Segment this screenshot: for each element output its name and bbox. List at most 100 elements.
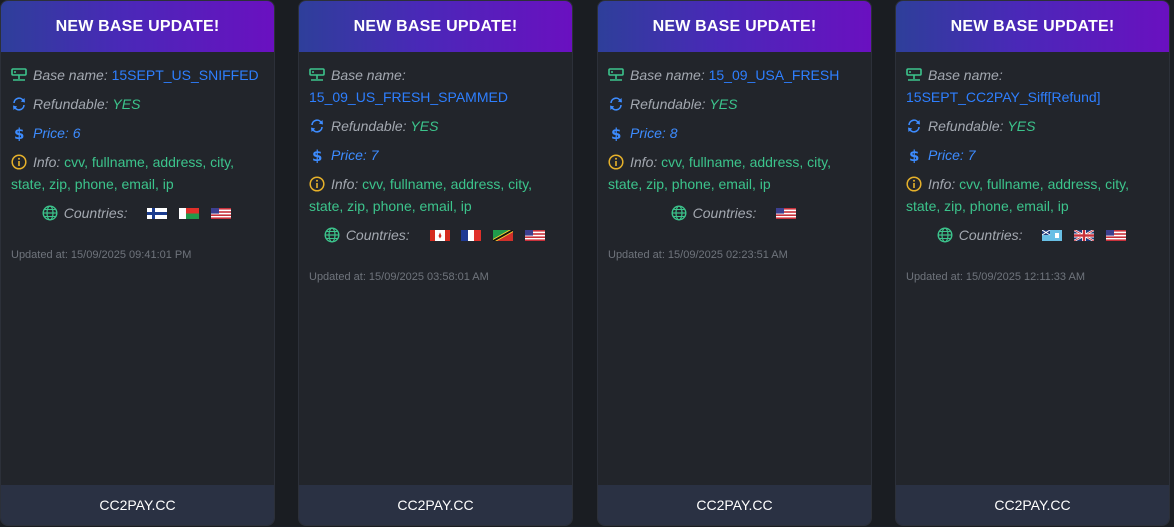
card-title: NEW BASE UPDATE! bbox=[299, 1, 572, 52]
dollar-icon: $ bbox=[906, 147, 922, 165]
price-value: 7 bbox=[967, 147, 976, 163]
refundable-label: Refundable: bbox=[331, 118, 407, 134]
globe-icon bbox=[42, 205, 58, 221]
updated-at: Updated at: 15/09/2025 12:11:33 AM bbox=[906, 271, 1085, 283]
info-icon bbox=[608, 154, 624, 170]
base-name-value: 15SEPT_CC2PAY_Siff[Refund] bbox=[906, 89, 1101, 105]
refundable-label: Refundable: bbox=[630, 96, 706, 112]
cards-grid: NEW BASE UPDATE! Base name: 15SEPT_US_SN… bbox=[0, 0, 1174, 527]
base-card: NEW BASE UPDATE! Base name: 15_09_USA_FR… bbox=[597, 0, 872, 526]
card-title: NEW BASE UPDATE! bbox=[1, 1, 274, 52]
price-label: Price: bbox=[331, 147, 367, 163]
price-value: 8 bbox=[669, 125, 678, 141]
price-value: 6 bbox=[72, 125, 81, 141]
server-icon bbox=[608, 67, 624, 83]
info-row: Info: cvv, fullname, address, city, stat… bbox=[608, 151, 863, 195]
info-label: Info: bbox=[928, 176, 956, 192]
base-name-label: Base name: bbox=[928, 67, 1003, 83]
base-card: NEW BASE UPDATE! Base name: 15SEPT_US_SN… bbox=[0, 0, 275, 526]
base-name-row: Base name: 15_09_USA_FRESH bbox=[608, 64, 863, 86]
globe-icon bbox=[937, 227, 953, 243]
refresh-icon bbox=[11, 96, 27, 112]
base-name-row: Base name: 15_09_US_FRESH_SPAMMED bbox=[309, 64, 564, 108]
dollar-icon: $ bbox=[11, 125, 27, 143]
base-name-row: Base name: 15SEPT_CC2PAY_Siff[Refund] bbox=[906, 64, 1161, 108]
info-row: Info: cvv, fullname, address, city, stat… bbox=[11, 151, 266, 195]
refundable-value: YES bbox=[709, 96, 738, 112]
uk-flag bbox=[1074, 230, 1095, 241]
updated-at: Updated at: 15/09/2025 09:41:01 PM bbox=[11, 249, 192, 261]
card-footer: CC2PAY.CC bbox=[1, 485, 274, 525]
price-label: Price: bbox=[630, 125, 666, 141]
madagascar-flag bbox=[179, 208, 200, 219]
refundable-row: Refundable: YES bbox=[11, 93, 266, 115]
globe-icon bbox=[671, 205, 687, 221]
svg-text:$: $ bbox=[611, 125, 621, 141]
card-body: Base name: 15SEPT_US_SNIFFED Refundable:… bbox=[11, 64, 266, 266]
refresh-icon bbox=[906, 118, 922, 134]
info-label: Info: bbox=[630, 154, 658, 170]
countries-row: Countries: bbox=[309, 224, 564, 246]
dollar-icon: $ bbox=[608, 125, 624, 143]
countries-row: Countries: bbox=[906, 224, 1161, 246]
info-icon bbox=[309, 176, 325, 192]
updated-at: Updated at: 15/09/2025 03:58:01 AM bbox=[309, 271, 489, 283]
price-row: $ Price: 7 bbox=[309, 144, 564, 166]
svg-text:$: $ bbox=[909, 147, 919, 163]
usa-flag bbox=[776, 208, 797, 219]
base-card: NEW BASE UPDATE! Base name: 15SEPT_CC2PA… bbox=[895, 0, 1170, 526]
refundable-value: YES bbox=[1007, 118, 1036, 134]
france-flag bbox=[461, 230, 482, 241]
card-footer: CC2PAY.CC bbox=[299, 485, 572, 525]
refundable-label: Refundable: bbox=[33, 96, 109, 112]
info-label: Info: bbox=[331, 176, 359, 192]
price-value: 7 bbox=[370, 147, 379, 163]
base-name-label: Base name: bbox=[331, 67, 406, 83]
usa-flag bbox=[525, 230, 546, 241]
card-footer: CC2PAY.CC bbox=[598, 485, 871, 525]
refundable-value: YES bbox=[410, 118, 439, 134]
server-icon bbox=[906, 67, 922, 83]
dollar-icon: $ bbox=[309, 147, 325, 165]
svg-text:$: $ bbox=[14, 125, 24, 141]
refresh-icon bbox=[608, 96, 624, 112]
countries-label: Countries: bbox=[63, 205, 128, 221]
base-card: NEW BASE UPDATE! Base name: 15_09_US_FRE… bbox=[298, 0, 573, 526]
svg-text:$: $ bbox=[312, 147, 322, 163]
base-name-value: 15_09_USA_FRESH bbox=[708, 67, 840, 83]
base-name-value: 15_09_US_FRESH_SPAMMED bbox=[309, 89, 508, 105]
refundable-row: Refundable: YES bbox=[309, 115, 564, 137]
canada-flag bbox=[429, 230, 450, 241]
card-footer: CC2PAY.CC bbox=[896, 485, 1169, 525]
refresh-icon bbox=[309, 118, 325, 134]
updated-at: Updated at: 15/09/2025 02:23:51 AM bbox=[608, 249, 788, 261]
server-icon bbox=[309, 67, 325, 83]
usa-flag bbox=[211, 208, 232, 219]
card-body: Base name: 15SEPT_CC2PAY_Siff[Refund] Re… bbox=[906, 64, 1161, 288]
price-row: $ Price: 7 bbox=[906, 144, 1161, 166]
fiji-flag bbox=[1042, 230, 1063, 241]
refundable-row: Refundable: YES bbox=[608, 93, 863, 115]
info-row: Info: cvv, fullname, address, city, stat… bbox=[906, 173, 1161, 217]
saint-kitts-flag bbox=[493, 230, 514, 241]
refundable-row: Refundable: YES bbox=[906, 115, 1161, 137]
price-row: $ Price: 8 bbox=[608, 122, 863, 144]
card-body: Base name: 15_09_USA_FRESH Refundable: Y… bbox=[608, 64, 863, 266]
base-name-label: Base name: bbox=[33, 67, 108, 83]
countries-label: Countries: bbox=[345, 227, 410, 243]
base-name-value: 15SEPT_US_SNIFFED bbox=[111, 67, 259, 83]
base-name-row: Base name: 15SEPT_US_SNIFFED bbox=[11, 64, 266, 86]
price-label: Price: bbox=[928, 147, 964, 163]
countries-row: Countries: bbox=[11, 202, 266, 224]
card-title: NEW BASE UPDATE! bbox=[598, 1, 871, 52]
server-icon bbox=[11, 67, 27, 83]
card-title: NEW BASE UPDATE! bbox=[896, 1, 1169, 52]
info-icon bbox=[906, 176, 922, 192]
countries-label: Countries: bbox=[958, 227, 1023, 243]
info-icon bbox=[11, 154, 27, 170]
price-row: $ Price: 6 bbox=[11, 122, 266, 144]
card-body: Base name: 15_09_US_FRESH_SPAMMED Refund… bbox=[309, 64, 564, 288]
finland-flag bbox=[147, 208, 168, 219]
countries-label: Countries: bbox=[692, 205, 757, 221]
info-label: Info: bbox=[33, 154, 61, 170]
